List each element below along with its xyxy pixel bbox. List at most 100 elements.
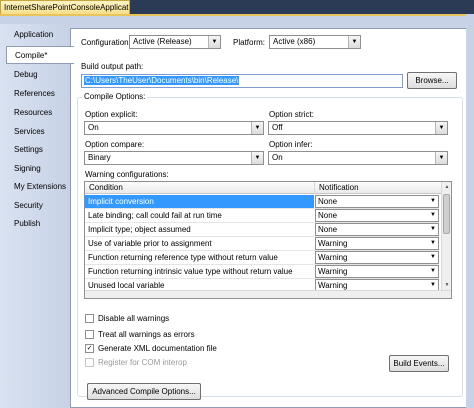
chevron-down-icon: ▼ (430, 198, 436, 204)
condition-cell: Function returning reference type withou… (88, 253, 278, 262)
configuration-dropdown[interactable]: Active (Release) ▼ (129, 35, 221, 49)
sidebar-item-label: My Extensions (14, 182, 67, 191)
option-compare-value: Binary (88, 153, 111, 162)
build-output-path-value: C:\Users\TheUser\Documents\bin\Release\ (84, 76, 240, 85)
sidebar-item-label: Compile* (15, 51, 48, 60)
compile-options-title: Compile Options: (82, 92, 148, 102)
sidebar-item-label: Debug (14, 70, 38, 79)
sidebar-item-compile[interactable]: Compile* (6, 46, 74, 64)
chevron-down-icon: ▼ (348, 36, 360, 48)
project-properties-frame: Application Compile* Debug References Re… (0, 14, 474, 408)
build-output-path-input[interactable]: C:\Users\TheUser\Documents\bin\Release\ (81, 74, 403, 88)
chevron-down-icon: ▼ (435, 152, 447, 164)
sidebar-item-label: Services (14, 127, 45, 136)
checkbox-box[interactable] (85, 314, 94, 323)
warning-configurations-label: Warning configurations: (85, 170, 169, 179)
outer-scrollbar[interactable] (466, 14, 474, 408)
notification-value: None (318, 197, 338, 206)
sidebar-item-signing[interactable]: Signing (14, 160, 74, 178)
chevron-down-icon: ▼ (430, 268, 436, 274)
option-strict-value: Off (272, 123, 283, 132)
condition-cell: Use of variable prior to assignment (88, 239, 212, 248)
checkbox-label: Generate XML documentation file (98, 344, 217, 353)
checkbox-label: Disable all warnings (98, 314, 170, 323)
notification-value: None (318, 225, 338, 234)
scroll-thumb[interactable] (443, 194, 450, 234)
table-row[interactable]: Use of variable prior to assignment Warn… (85, 237, 439, 251)
notification-dropdown[interactable]: None ▼ (315, 195, 439, 208)
sidebar-item-label: Resources (14, 108, 53, 117)
grid-vertical-scrollbar[interactable]: ▲ ▼ (441, 182, 451, 298)
sidebar-item-application[interactable]: Application (14, 26, 74, 44)
notification-value: Warning (318, 239, 348, 248)
chevron-down-icon: ▼ (430, 212, 436, 218)
option-strict-dropdown[interactable]: Off ▼ (268, 121, 448, 135)
notification-dropdown[interactable]: Warning ▼ (315, 251, 439, 264)
option-infer-label: Option infer: (269, 140, 313, 149)
sidebar-item-settings[interactable]: Settings (14, 141, 74, 159)
sidebar-item-label: Application (14, 30, 54, 39)
condition-cell: Function returning intrinsic value type … (88, 267, 293, 276)
chevron-down-icon: ▼ (251, 152, 263, 164)
option-compare-label: Option compare: (85, 140, 145, 149)
grid-horizontal-scrollbar[interactable] (85, 290, 451, 298)
notification-dropdown[interactable]: None ▼ (315, 209, 439, 222)
table-row[interactable]: Function returning intrinsic value type … (85, 265, 439, 279)
chevron-down-icon: ▼ (208, 36, 220, 48)
browse-button[interactable]: Browse... (407, 72, 457, 89)
sidebar-item-label: Settings (14, 145, 43, 154)
sidebar-item-label: Signing (14, 164, 41, 173)
notification-dropdown[interactable]: Warning ▼ (315, 265, 439, 278)
chevron-down-icon: ▼ (251, 122, 263, 134)
scroll-down-icon[interactable]: ▼ (442, 280, 451, 290)
column-header-condition[interactable]: Condition (85, 182, 315, 194)
table-row[interactable]: Implicit conversion None ▼ (85, 195, 439, 209)
checkbox-box (85, 358, 94, 367)
option-explicit-dropdown[interactable]: On ▼ (84, 121, 264, 135)
table-row[interactable]: Function returning reference type withou… (85, 251, 439, 265)
notification-dropdown[interactable]: None ▼ (315, 223, 439, 236)
document-tab-title: InternetSharePointConsoleApplication1* (4, 3, 129, 12)
option-explicit-label: Option explicit: (85, 110, 138, 119)
sidebar-item-label: Security (14, 201, 43, 210)
compile-page: Configuration: Active (Release) ▼ Platfo… (70, 28, 470, 408)
platform-label: Platform: (233, 38, 266, 47)
option-compare-dropdown[interactable]: Binary ▼ (84, 151, 264, 165)
warning-configurations-grid[interactable]: Condition Notification Implicit conversi… (84, 181, 452, 299)
chevron-down-icon: ▼ (430, 226, 436, 232)
sidebar-item-resources[interactable]: Resources (14, 104, 74, 122)
advanced-compile-options-button[interactable]: Advanced Compile Options... (87, 383, 201, 400)
column-header-notification[interactable]: Notification (315, 182, 443, 194)
chevron-down-icon: ▼ (435, 122, 447, 134)
sidebar-item-references[interactable]: References (14, 85, 74, 103)
sidebar-item-debug[interactable]: Debug (14, 66, 74, 84)
platform-dropdown[interactable]: Active (x86) ▼ (269, 35, 361, 49)
table-row[interactable]: Implicit type; object assumed None ▼ (85, 223, 439, 237)
sidebar-item-label: Publish (14, 219, 41, 228)
sidebar-item-my-extensions[interactable]: My Extensions (14, 178, 74, 196)
option-strict-label: Option strict: (269, 110, 314, 119)
option-infer-dropdown[interactable]: On ▼ (268, 151, 448, 165)
option-explicit-value: On (88, 123, 99, 132)
chevron-down-icon: ▼ (430, 254, 436, 260)
scroll-up-icon[interactable]: ▲ (442, 182, 451, 192)
grid-header: Condition Notification (85, 182, 451, 194)
condition-cell: Implicit type; object assumed (88, 225, 191, 234)
configuration-value: Active (Release) (133, 37, 192, 46)
check-icon[interactable]: ✓ (85, 344, 94, 353)
sidebar-item-label: References (14, 89, 55, 98)
table-row[interactable]: Late binding; call could fail at run tim… (85, 209, 439, 223)
sidebar: Application Compile* Debug References Re… (0, 24, 74, 408)
build-events-button[interactable]: Build Events... (389, 355, 449, 372)
sidebar-item-services[interactable]: Services (14, 123, 74, 141)
checkbox-label: Register for COM interop (98, 358, 187, 367)
sidebar-item-publish[interactable]: Publish (14, 215, 74, 233)
checkbox-label: Treat all warnings as errors (98, 330, 195, 339)
build-output-label: Build output path: (81, 62, 144, 71)
document-tab[interactable]: InternetSharePointConsoleApplication1* (0, 0, 130, 14)
platform-value: Active (x86) (273, 37, 316, 46)
notification-dropdown[interactable]: Warning ▼ (315, 237, 439, 250)
option-infer-value: On (272, 153, 283, 162)
checkbox-box[interactable] (85, 330, 94, 339)
sidebar-item-security[interactable]: Security (14, 197, 74, 215)
